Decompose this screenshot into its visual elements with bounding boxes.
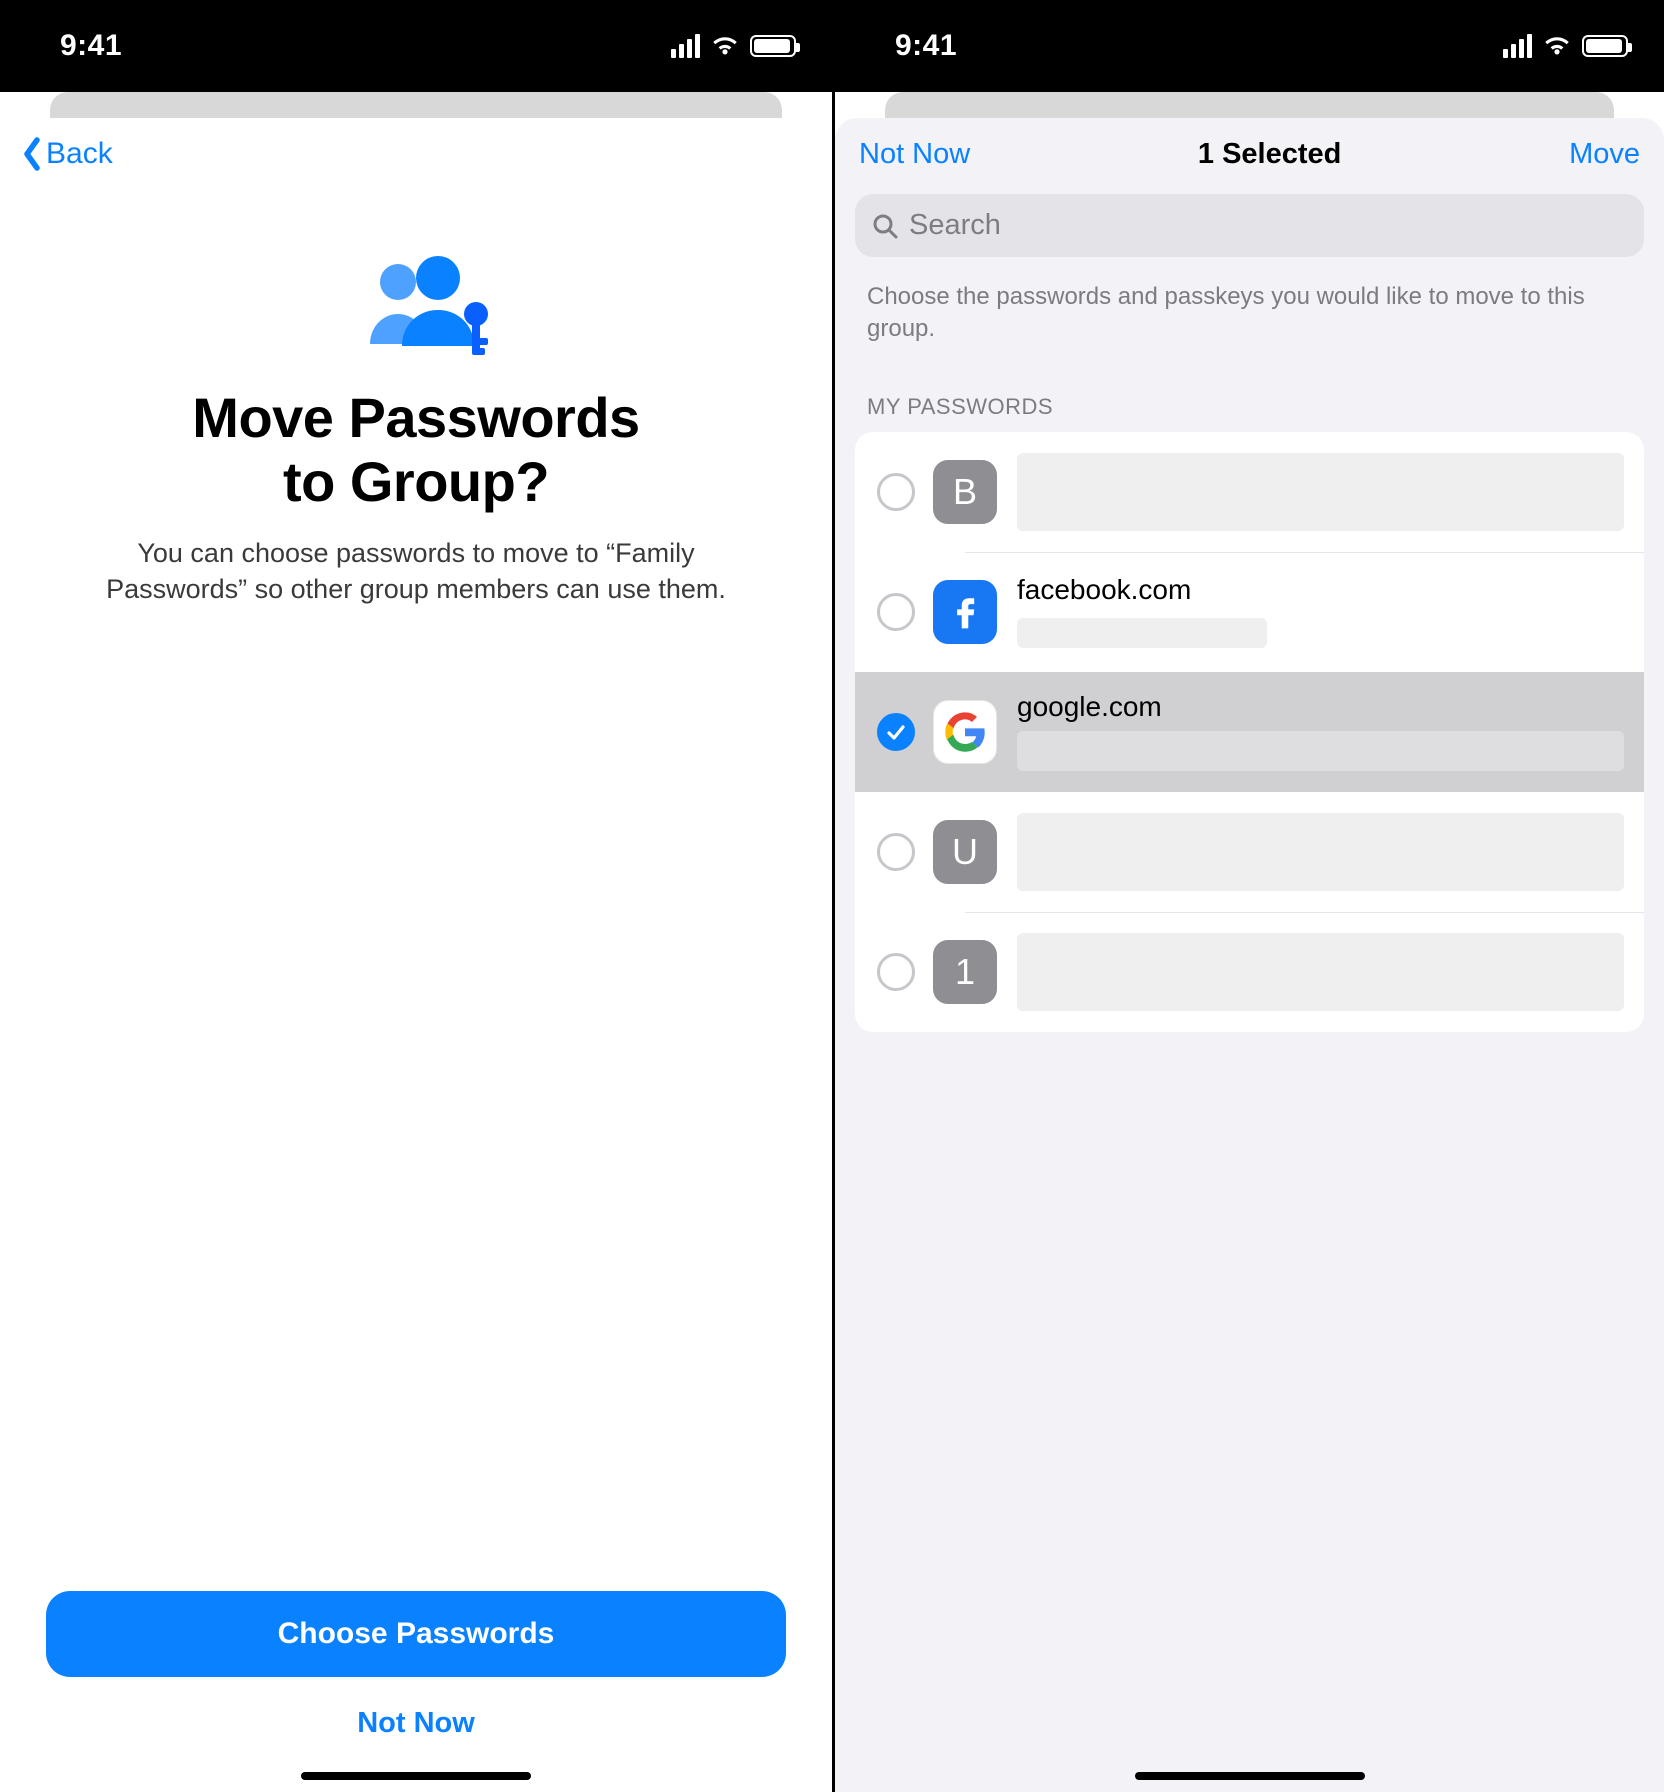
move-button[interactable]: Move <box>1569 138 1640 171</box>
search-container: Search <box>855 194 1644 257</box>
not-now-button[interactable]: Not Now <box>357 1707 475 1740</box>
search-icon <box>871 212 899 240</box>
cellular-icon <box>1503 34 1532 58</box>
selection-radio[interactable] <box>877 713 915 751</box>
passwords-list: B facebook.com <box>855 432 1644 1032</box>
site-icon: B <box>933 460 997 524</box>
list-item[interactable]: 1 <box>855 912 1644 1032</box>
group-key-icon <box>326 250 506 360</box>
list-item[interactable]: facebook.com <box>855 552 1644 672</box>
sheet-peek <box>50 92 782 119</box>
cellular-icon <box>671 34 700 58</box>
wifi-icon <box>1542 35 1572 57</box>
selection-radio[interactable] <box>877 473 915 511</box>
facebook-icon <box>933 580 997 644</box>
site-icon: U <box>933 820 997 884</box>
status-time: 9:41 <box>895 29 957 63</box>
row-text <box>1017 813 1624 891</box>
battery-icon <box>1582 35 1628 57</box>
search-input[interactable]: Search <box>855 194 1644 257</box>
battery-icon <box>750 35 796 57</box>
status-bar: 9:41 <box>0 0 832 92</box>
home-indicator[interactable] <box>301 1772 531 1780</box>
wifi-icon <box>710 35 740 57</box>
row-text: google.com <box>1017 692 1624 771</box>
home-indicator[interactable] <box>1135 1772 1365 1780</box>
phone-right: 9:41 Not Now 1 Selected Move Search Choo… <box>832 0 1664 1792</box>
status-indicators <box>671 34 796 58</box>
status-bar: 9:41 <box>835 0 1664 92</box>
bottom-actions: Choose Passwords Not Now <box>0 1591 832 1740</box>
page-subtitle: You can choose passwords to move to “Fam… <box>60 535 772 608</box>
redacted-text <box>1017 813 1624 891</box>
search-placeholder: Search <box>909 209 1001 242</box>
selection-radio[interactable] <box>877 953 915 991</box>
selection-radio[interactable] <box>877 593 915 631</box>
chevron-left-icon <box>22 137 42 171</box>
nav-bar: Back <box>0 118 832 190</box>
redacted-text <box>1017 618 1267 648</box>
not-now-button[interactable]: Not Now <box>859 138 970 171</box>
page-title: Move Passwords to Group? <box>192 386 639 515</box>
section-header: MY PASSWORDS <box>835 346 1664 432</box>
row-text: facebook.com <box>1017 575 1624 648</box>
status-indicators <box>1503 34 1628 58</box>
redacted-text <box>1017 933 1624 1011</box>
nav-title: 1 Selected <box>1198 138 1341 171</box>
redacted-text <box>1017 731 1624 771</box>
check-icon <box>885 721 907 743</box>
site-label: google.com <box>1017 692 1624 723</box>
row-text <box>1017 453 1624 531</box>
choose-passwords-button[interactable]: Choose Passwords <box>46 1591 786 1677</box>
status-time: 9:41 <box>60 29 122 63</box>
nav-bar: Not Now 1 Selected Move <box>835 118 1664 190</box>
redacted-text <box>1017 453 1624 531</box>
google-icon <box>933 700 997 764</box>
sheet-peek <box>885 92 1614 119</box>
helper-text: Choose the passwords and passkeys you wo… <box>835 257 1664 346</box>
list-item[interactable]: B <box>855 432 1644 552</box>
move-passwords-sheet: Back <box>0 118 832 1792</box>
back-button[interactable]: Back <box>22 137 113 171</box>
selection-radio[interactable] <box>877 833 915 871</box>
list-item[interactable]: U <box>855 792 1644 912</box>
select-passwords-sheet: Not Now 1 Selected Move Search Choose th… <box>835 118 1664 1792</box>
phone-left: 9:41 Back <box>0 0 832 1792</box>
list-item[interactable]: google.com <box>855 672 1644 792</box>
back-label: Back <box>46 137 113 171</box>
site-label: facebook.com <box>1017 575 1624 606</box>
hero: Move Passwords to Group? You can choose … <box>0 250 832 608</box>
site-icon: 1 <box>933 940 997 1004</box>
row-text <box>1017 933 1624 1011</box>
